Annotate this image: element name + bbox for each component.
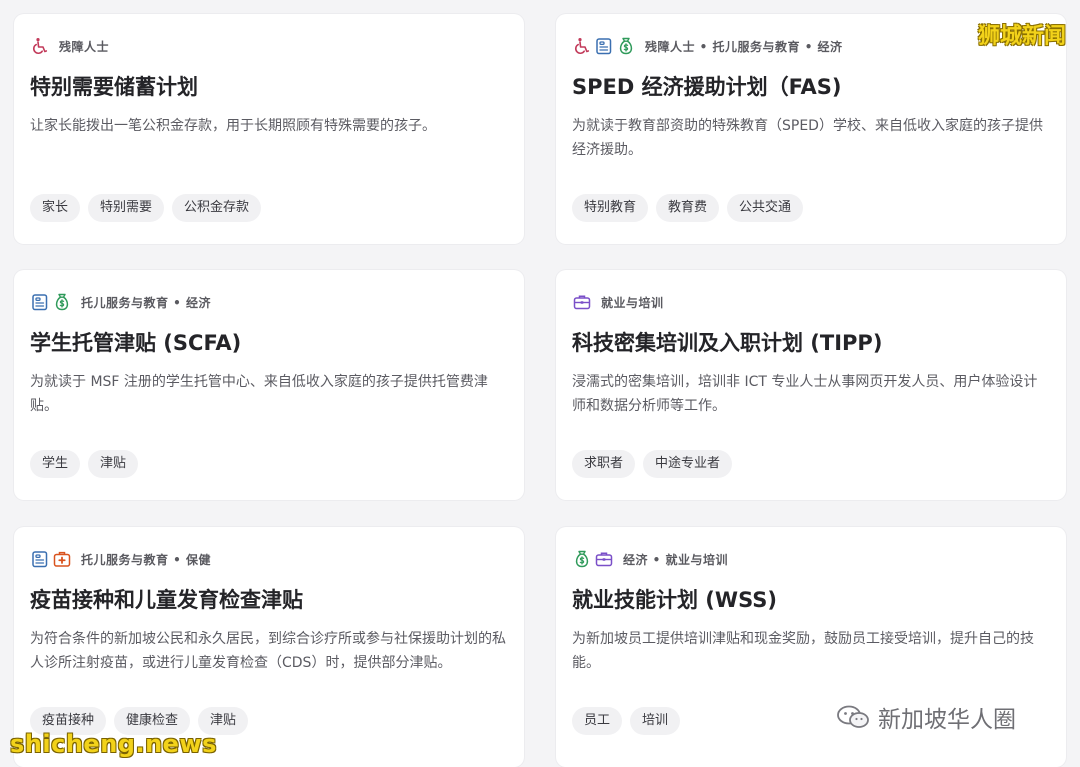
tag[interactable]: 公共交通 <box>727 194 804 222</box>
briefcase-icon <box>572 292 592 312</box>
watermark-bottom-left: shicheng.news <box>10 730 217 758</box>
tag[interactable]: 学生 <box>30 450 81 478</box>
card-category-row: 就业与培训 <box>572 292 1050 312</box>
tag[interactable]: 教育费 <box>656 194 720 222</box>
money-bag-icon <box>616 36 636 56</box>
card-description: 为就读于 MSF 注册的学生托管中心、来自低收入家庭的孩子提供托管费津贴。 <box>30 374 488 414</box>
tag[interactable]: 培训 <box>630 707 681 735</box>
scheme-card-special-needs-savings[interactable]: 残障人士 特别需要储蓄计划 让家长能拨出一笔公积金存款，用于长期照顾有特殊需要的… <box>14 14 524 244</box>
money-bag-icon <box>572 549 592 569</box>
card-description: 为符合条件的新加坡公民和永久居民，到综合诊疗所或参与社保援助计划的私人诊所注射疫… <box>30 631 506 671</box>
card-title[interactable]: 疫苗接种和儿童发育检查津贴 <box>30 585 508 615</box>
wechat-account-name: 新加坡华人圈 <box>878 707 1016 733</box>
scheme-card-tipp[interactable]: 就业与培训 科技密集培训及入职计划 (TIPP) 浸濡式的密集培训，培训非 IC… <box>556 270 1066 500</box>
medical-kit-icon <box>52 549 72 569</box>
card-description: 为就读于教育部资助的特殊教育（SPED）学校、来自低收入家庭的孩子提供经济援助。 <box>572 118 1043 158</box>
tag[interactable]: 特别教育 <box>572 194 649 222</box>
card-title[interactable]: 就业技能计划 (WSS) <box>572 585 1050 615</box>
money-bag-icon <box>52 292 72 312</box>
card-category: 残障人士 • 托儿服务与教育 • 经济 <box>645 39 843 54</box>
card-tags: 求职者 中途专业者 <box>572 450 733 478</box>
card-title[interactable]: 特别需要储蓄计划 <box>30 72 508 102</box>
card-category: 残障人士 <box>59 39 110 54</box>
childcare-icon <box>30 292 50 312</box>
watermark-wechat: 新加坡华人圈 <box>836 700 1016 734</box>
card-description: 为新加坡员工提供培训津贴和现金奖励，鼓励员工接受培训，提升自己的技能。 <box>572 631 1034 671</box>
card-title[interactable]: SPED 经济援助计划（FAS) <box>572 72 1050 102</box>
tag[interactable]: 公积金存款 <box>172 194 262 222</box>
card-tags: 特别教育 教育费 公共交通 <box>572 194 804 222</box>
briefcase-icon <box>594 549 614 569</box>
watermark-top-right: 狮城新闻 <box>977 24 1066 49</box>
tag[interactable]: 津贴 <box>88 450 139 478</box>
card-tags: 员工 培训 <box>572 707 681 735</box>
card-category-row: 经济 • 就业与培训 <box>572 549 1050 569</box>
childcare-icon <box>30 549 50 569</box>
wheelchair-icon <box>572 36 592 56</box>
card-category: 就业与培训 <box>601 295 664 310</box>
card-category-row: 托儿服务与教育 • 保健 <box>30 549 508 569</box>
card-description: 浸濡式的密集培训，培训非 ICT 专业人士从事网页开发人员、用户体验设计师和数据… <box>572 374 1038 414</box>
card-category: 经济 • 就业与培训 <box>623 552 729 567</box>
scheme-card-scfa[interactable]: 托儿服务与教育 • 经济 学生托管津贴 (SCFA) 为就读于 MSF 注册的学… <box>14 270 524 500</box>
childcare-icon <box>594 36 614 56</box>
card-description: 让家长能拨出一笔公积金存款，用于长期照顾有特殊需要的孩子。 <box>30 118 436 134</box>
wheelchair-icon <box>30 36 50 56</box>
card-tags: 家长 特别需要 公积金存款 <box>30 194 262 222</box>
card-category-row: 托儿服务与教育 • 经济 <box>30 292 508 312</box>
card-category: 托儿服务与教育 • 保健 <box>81 552 212 567</box>
wechat-icon <box>837 705 869 728</box>
card-tags: 学生 津贴 <box>30 450 139 478</box>
card-category-row: 残障人士 <box>30 36 508 56</box>
tag[interactable]: 中途专业者 <box>643 450 733 478</box>
card-title[interactable]: 学生托管津贴 (SCFA) <box>30 328 508 358</box>
tag[interactable]: 特别需要 <box>88 194 165 222</box>
tag[interactable]: 求职者 <box>572 450 636 478</box>
card-category: 托儿服务与教育 • 经济 <box>81 295 212 310</box>
card-title[interactable]: 科技密集培训及入职计划 (TIPP) <box>572 328 1050 358</box>
tag[interactable]: 员工 <box>572 707 623 735</box>
tag[interactable]: 家长 <box>30 194 81 222</box>
